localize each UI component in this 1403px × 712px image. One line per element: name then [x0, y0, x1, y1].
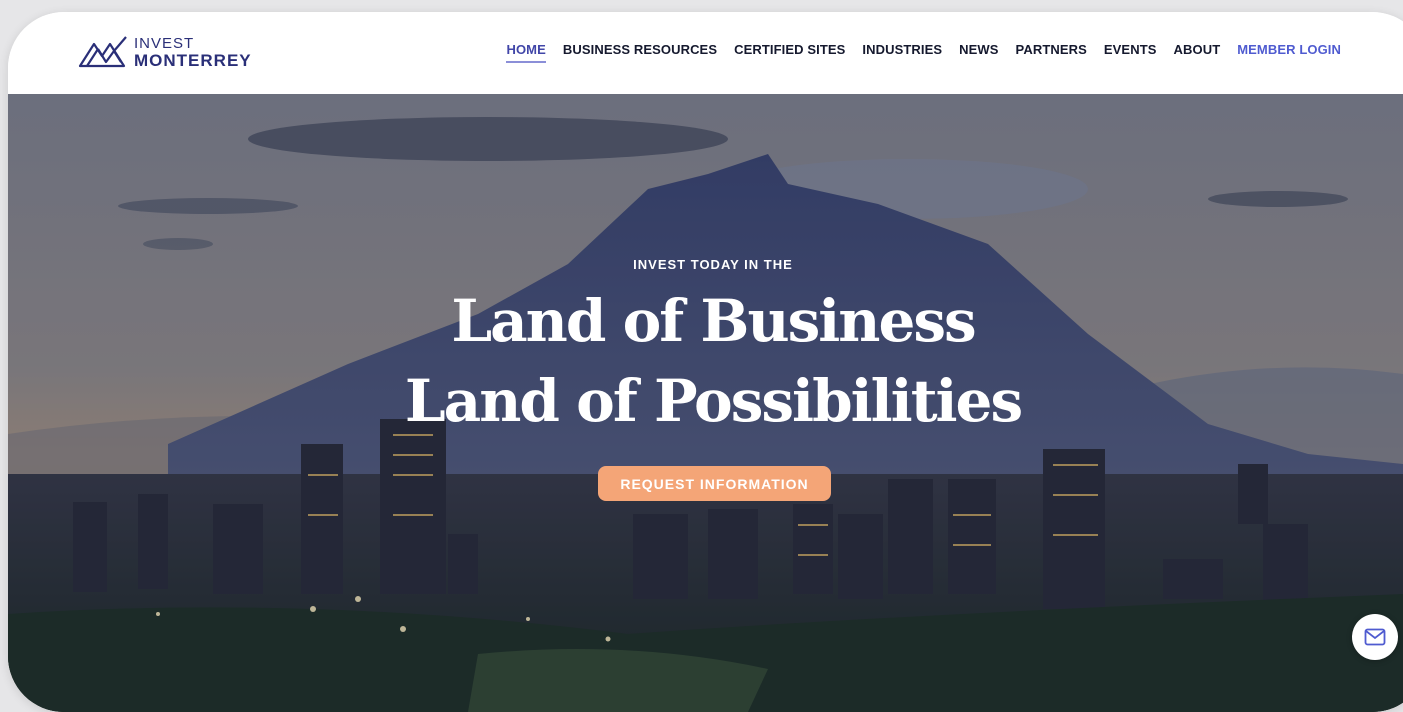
- browser-frame: INVEST MONTERREY HOME BUSINESS RESOURCES…: [8, 12, 1403, 712]
- hero-kicker: INVEST TODAY IN THE: [633, 257, 793, 272]
- nav-home[interactable]: HOME: [506, 42, 547, 63]
- site-header: INVEST MONTERREY HOME BUSINESS RESOURCES…: [8, 12, 1403, 94]
- logo-line-1: INVEST: [134, 34, 195, 52]
- hero-section: INVEST TODAY IN THE Land of Business Lan…: [8, 94, 1403, 712]
- main-nav: HOME BUSINESS RESOURCES CERTIFIED SITES …: [506, 42, 1341, 63]
- nav-about[interactable]: ABOUT: [1174, 42, 1221, 63]
- request-information-button[interactable]: REQUEST INFORMATION: [598, 466, 831, 501]
- nav-member-login[interactable]: MEMBER LOGIN: [1237, 42, 1341, 63]
- site-logo[interactable]: INVEST MONTERREY: [78, 34, 252, 70]
- nav-certified-sites[interactable]: CERTIFIED SITES: [734, 42, 845, 63]
- nav-events[interactable]: EVENTS: [1104, 42, 1157, 63]
- logo-line-2: MONTERREY: [134, 50, 252, 70]
- nav-industries[interactable]: INDUSTRIES: [862, 42, 942, 63]
- nav-news[interactable]: NEWS: [959, 42, 998, 63]
- hero-headline-line-1: Land of Business: [451, 287, 976, 355]
- logo-text: INVEST MONTERREY: [134, 36, 252, 69]
- mail-icon: [1364, 628, 1386, 646]
- nav-partners[interactable]: PARTNERS: [1016, 42, 1087, 63]
- contact-mail-button[interactable]: [1352, 614, 1398, 660]
- mountain-logo-icon: [78, 36, 127, 68]
- hero-headline-line-2: Land of Possibilities: [404, 367, 1023, 435]
- nav-business-resources[interactable]: BUSINESS RESOURCES: [563, 42, 717, 63]
